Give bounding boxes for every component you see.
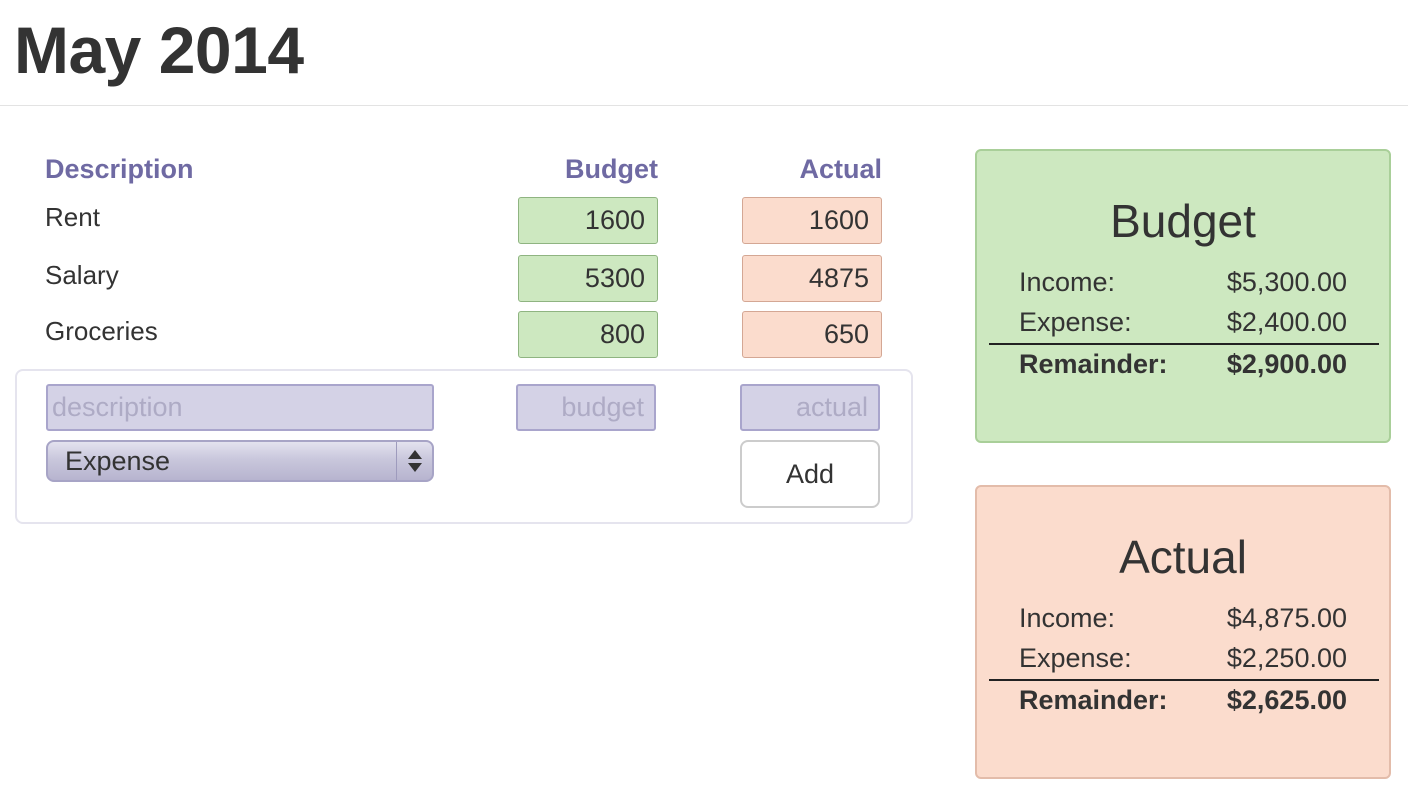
chevron-up-icon (408, 450, 422, 459)
budget-income-value: $5,300.00 (1226, 267, 1347, 297)
entry-type-select[interactable]: Expense (46, 440, 434, 482)
row-budget-input-rent[interactable]: 1600 (518, 197, 658, 244)
row-description-groceries: Groceries (45, 316, 158, 346)
actual-remainder-label: Remainder: (1019, 685, 1168, 715)
title-divider (0, 105, 1408, 106)
row-budget-input-groceries[interactable]: 800 (518, 311, 658, 358)
column-header-actual: Actual (799, 154, 882, 184)
actual-expense-label: Expense: (1019, 643, 1132, 673)
row-actual-input-groceries[interactable]: 650 (742, 311, 882, 358)
row-description-rent: Rent (45, 202, 100, 232)
new-actual-input[interactable]: actual (740, 384, 880, 431)
budget-expense-label: Expense: (1019, 307, 1132, 337)
entry-type-selected-value: Expense (65, 446, 171, 476)
row-actual-input-rent[interactable]: 1600 (742, 197, 882, 244)
actual-summary-panel: Actual Income: $4,875.00 Expense: $2,250… (975, 485, 1391, 779)
new-budget-input[interactable]: budget (516, 384, 656, 431)
actual-income-value: $4,875.00 (1226, 603, 1347, 633)
budget-remainder-label: Remainder: (1019, 349, 1168, 379)
page-title: May 2014 (14, 13, 304, 87)
row-budget-input-salary[interactable]: 5300 (518, 255, 658, 302)
actual-income-label: Income: (1019, 603, 1116, 633)
actual-summary-divider (989, 679, 1379, 681)
budget-summary-divider (989, 343, 1379, 345)
budget-expense-value: $2,400.00 (1226, 307, 1347, 337)
row-actual-input-salary[interactable]: 4875 (742, 255, 882, 302)
budget-summary-panel: Budget Income: $5,300.00 Expense: $2,400… (975, 149, 1391, 443)
budget-summary-title: Budget (1110, 195, 1256, 247)
row-description-salary: Salary (45, 260, 119, 290)
actual-summary-title: Actual (1119, 531, 1247, 583)
actual-remainder-value: $2,625.00 (1226, 685, 1347, 715)
add-button[interactable]: Add (740, 440, 880, 508)
budget-remainder-value: $2,900.00 (1226, 349, 1347, 379)
column-header-description: Description (45, 154, 194, 184)
actual-expense-value: $2,250.00 (1226, 643, 1347, 673)
column-header-budget: Budget (565, 154, 658, 184)
new-description-input[interactable]: description (46, 384, 434, 431)
chevron-down-icon (408, 463, 422, 472)
budget-income-label: Income: (1019, 267, 1116, 297)
updown-chevron-icon (396, 442, 432, 480)
